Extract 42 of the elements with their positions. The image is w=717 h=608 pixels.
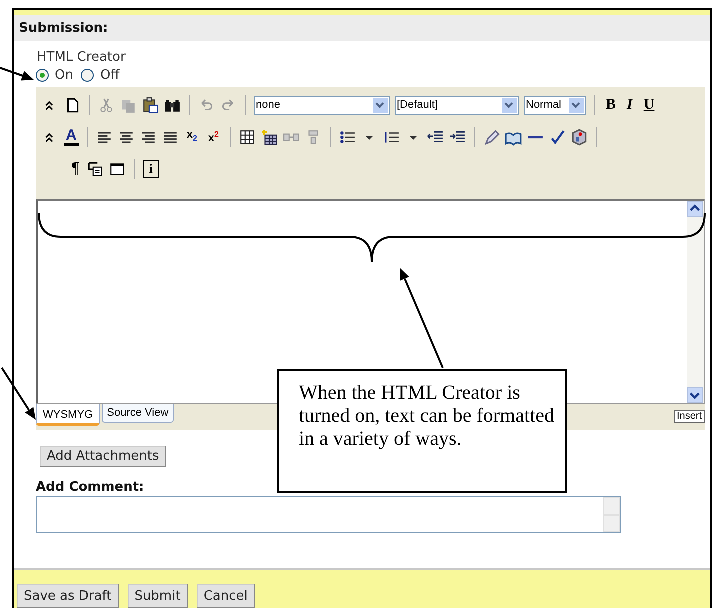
template-icon[interactable] [87,160,104,178]
radio-label[interactable]: Off [100,68,120,82]
subscript-button[interactable]: x$_{2}$ [184,126,200,148]
font-select[interactable]: [Default] [395,96,519,114]
superscript-button[interactable]: x$^{2}$ [205,126,222,148]
paste-icon[interactable] [142,96,159,114]
insert-table-icon[interactable] [261,128,278,146]
field-label: HTML Creator [36,49,127,66]
view-tab[interactable]: WYSMYG [36,404,100,426]
mode-indicator: Insert [674,410,705,423]
paragraph-button[interactable]: ¶ [69,160,82,178]
footer-button[interactable]: Cancel [196,584,255,608]
window-icon[interactable] [109,160,126,178]
field-label: Add Comment: [36,479,146,496]
italic-button[interactable]: I [624,96,636,114]
footer-button[interactable]: Submit [128,584,188,608]
check-icon[interactable] [549,128,566,146]
radio-label[interactable]: On [55,68,74,82]
radio-button[interactable] [36,68,49,82]
scrollbar[interactable] [687,201,704,403]
editor-area[interactable] [36,199,705,404]
scroll-down-button[interactable] [687,387,703,403]
info-button[interactable]: i [143,160,159,178]
outdent-icon[interactable] [427,128,444,146]
size-select[interactable]: Normal [524,96,586,114]
font-color-button[interactable]: A [64,128,79,146]
view-tab[interactable]: Source View [102,404,174,423]
pen-icon[interactable] [483,128,500,146]
section-title: Submission: [19,20,108,36]
cube-icon[interactable] [571,128,588,146]
underline-button[interactable]: U [640,96,658,114]
scroll-up-button[interactable] [687,201,703,217]
footer-button[interactable]: Save as Draft [17,584,119,608]
radio-button[interactable] [81,68,94,82]
comment-field[interactable] [36,496,621,533]
bulleted-list-icon[interactable] [339,128,356,146]
style-select[interactable]: none [254,96,390,114]
callout-text: When the HTML Creator is turned on, text can be formatted in a variety of ways. [277,369,567,493]
bold-button[interactable]: B [603,96,620,114]
indent-icon[interactable] [449,128,466,146]
add-attachments-button[interactable]: Add Attachments [40,446,166,467]
table-icon[interactable] [239,128,256,146]
